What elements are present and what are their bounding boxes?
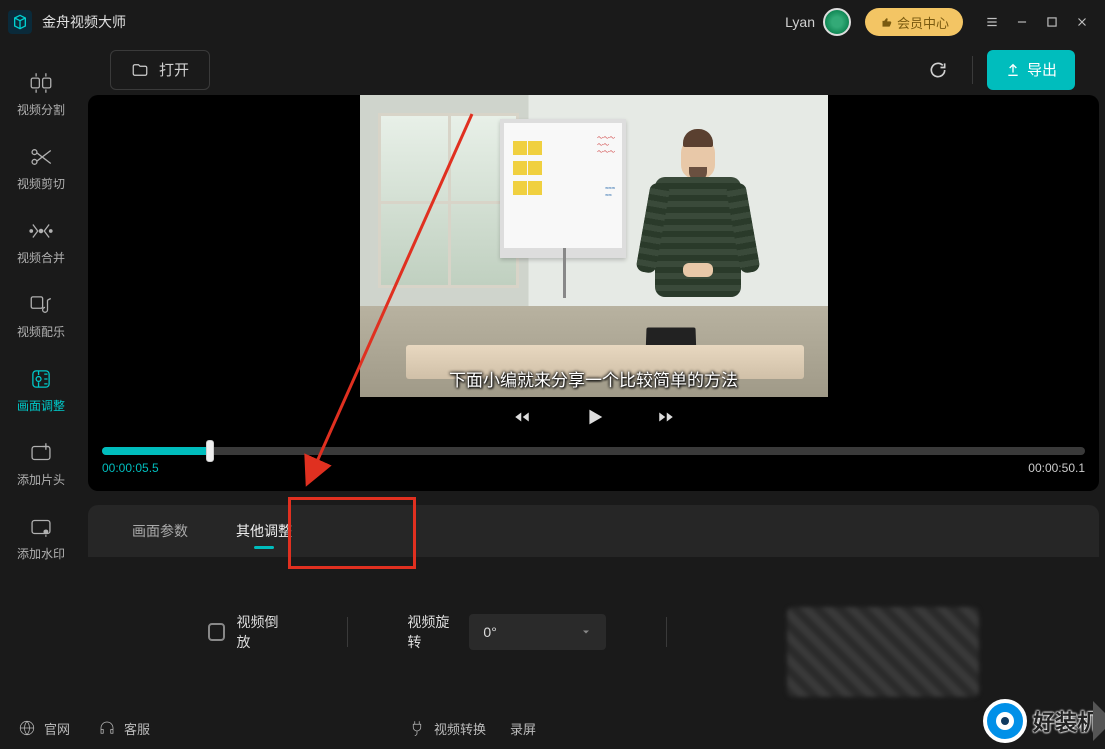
nav-add-watermark[interactable]: 添加水印 [0,498,82,572]
refresh-button[interactable] [918,50,958,90]
toolbar: 打开 导出 [88,44,1099,95]
rewind-button[interactable] [513,408,531,426]
folder-icon [131,61,149,79]
watermark-icon [28,514,54,540]
timeline-thumb[interactable] [206,440,214,462]
tab-content: 视频倒放 视频旋转 0° [88,557,1099,707]
export-button[interactable]: 导出 [987,50,1075,90]
separator [972,56,973,84]
export-label: 导出 [1027,59,1057,80]
close-icon [1075,15,1089,29]
rotate-label: 视频旋转 [407,612,457,652]
refresh-icon [928,60,948,80]
footer-label: 录屏 [510,719,536,738]
separator [666,617,667,647]
rotate-select[interactable]: 0° [469,614,606,650]
nav-label: 视频合并 [17,249,65,266]
separator [347,617,348,647]
adjust-icon [28,366,54,392]
user-avatar[interactable] [823,8,851,36]
minimize-button[interactable] [1007,7,1037,37]
watermark-icon [983,699,1027,743]
thumbs-up-icon [879,15,893,29]
reverse-group: 视频倒放 [208,612,287,652]
minimize-icon [1015,15,1029,29]
forward-icon [657,408,675,426]
player-controls [88,397,1099,437]
footer-label: 官网 [44,719,70,738]
video-panel: ～～～～～～～～ ≈≈≈≈≈ 下面小编就来分享一个比较简单的方法 [88,95,1099,491]
footer-record[interactable]: 录屏 [510,719,536,738]
close-button[interactable] [1067,7,1097,37]
menu-button[interactable] [977,7,1007,37]
nav-frame-adjust[interactable]: 画面调整 [0,350,82,424]
tab-frame-params[interactable]: 画面参数 [108,505,212,557]
nav-add-intro[interactable]: 添加片头 [0,424,82,498]
scissors-icon [28,144,54,170]
merge-icon [28,218,54,244]
hamburger-icon [985,15,999,29]
nav-video-cut[interactable]: 视频剪切 [0,128,82,202]
app-logo-icon [8,10,32,34]
reverse-checkbox[interactable] [208,623,225,641]
subtitle-text: 下面小编就来分享一个比较简单的方法 [449,366,738,391]
footer-label: 客服 [124,719,150,738]
rotate-group: 视频旋转 0° [407,612,606,652]
timeline-progress [102,447,210,455]
app-title: 金舟视频大师 [42,12,126,32]
nav-label: 视频分割 [17,101,65,118]
rotate-value: 0° [483,624,496,640]
censored-area [787,607,979,697]
watermark-text: 好装机 [1033,705,1099,737]
left-nav: 视频分割 视频剪切 视频合并 视频配乐 画面调整 添加片头 添加水印 [0,44,82,707]
watermark-arrow-icon [1093,701,1105,741]
nav-label: 画面调整 [17,397,65,414]
maximize-button[interactable] [1037,7,1067,37]
split-icon [28,70,54,96]
play-icon [583,406,605,428]
play-button[interactable] [583,406,605,428]
vip-label: 会员中心 [897,13,949,32]
chevron-down-icon [580,626,592,638]
reverse-label: 视频倒放 [237,612,287,652]
nav-video-music[interactable]: 视频配乐 [0,276,82,350]
globe-icon [18,719,36,737]
intro-icon [28,440,54,466]
title-bar: 金舟视频大师 Lyan 会员中心 [0,0,1105,44]
nav-label: 视频配乐 [17,323,65,340]
adjust-panel: 画面参数 其他调整 视频倒放 视频旋转 0° [88,505,1099,707]
footer-website[interactable]: 官网 [18,719,70,738]
current-time: 00:00:05.5 [102,461,159,475]
watermark-logo: 好装机 [983,699,1099,743]
footer-label: 视频转换 [434,719,486,738]
footer-support[interactable]: 客服 [98,719,150,738]
timeline: 00:00:05.5 00:00:50.1 [88,437,1099,491]
plug-icon [408,719,426,737]
forward-button[interactable] [657,408,675,426]
footer: 官网 客服 视频转换 录屏 [0,707,1105,749]
vip-center-button[interactable]: 会员中心 [865,8,963,36]
rewind-icon [513,408,531,426]
upload-icon [1005,62,1021,78]
tab-label: 画面参数 [132,521,188,541]
tab-other-adjust[interactable]: 其他调整 [212,505,316,557]
music-icon [28,292,54,318]
nav-label: 添加水印 [17,545,65,562]
tab-label: 其他调整 [236,521,292,541]
open-button[interactable]: 打开 [110,50,210,90]
user-name[interactable]: Lyan [785,14,815,30]
nav-label: 视频剪切 [17,175,65,192]
duration: 00:00:50.1 [1028,461,1085,475]
tabs-bar: 画面参数 其他调整 [88,505,1099,557]
timeline-track[interactable] [102,447,1085,455]
video-preview[interactable]: ～～～～～～～～ ≈≈≈≈≈ 下面小编就来分享一个比较简单的方法 [88,95,1099,397]
maximize-icon [1045,15,1059,29]
nav-video-split[interactable]: 视频分割 [0,54,82,128]
nav-label: 添加片头 [17,471,65,488]
nav-video-merge[interactable]: 视频合并 [0,202,82,276]
headset-icon [98,719,116,737]
video-frame: ～～～～～～～～ ≈≈≈≈≈ 下面小编就来分享一个比较简单的方法 [360,95,828,397]
footer-convert[interactable]: 视频转换 [408,719,486,738]
open-label: 打开 [159,59,189,80]
